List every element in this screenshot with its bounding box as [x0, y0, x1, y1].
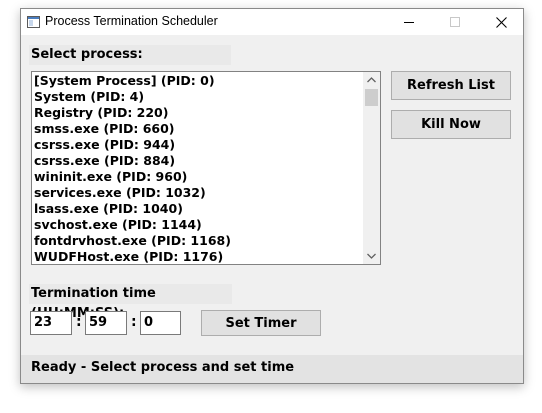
list-item[interactable]: System (PID: 4): [34, 89, 231, 105]
list-item[interactable]: csrss.exe (PID: 884): [34, 153, 231, 169]
list-item[interactable]: smss.exe (PID: 660): [34, 121, 231, 137]
close-icon: [495, 16, 507, 28]
process-listbox[interactable]: [System Process] (PID: 0) System (PID: 4…: [31, 71, 381, 265]
scroll-down-button[interactable]: [363, 248, 380, 264]
title-bar[interactable]: Process Termination Scheduler: [21, 9, 523, 35]
time-separator: :: [131, 314, 137, 330]
window-app-icon: [27, 16, 40, 28]
scroll-up-button[interactable]: [363, 72, 380, 88]
refresh-list-button[interactable]: Refresh List: [391, 71, 511, 100]
scroll-thumb[interactable]: [365, 89, 378, 106]
close-button[interactable]: [478, 9, 524, 35]
status-text: Ready - Select process and set time: [31, 360, 295, 375]
list-item[interactable]: [System Process] (PID: 0): [34, 73, 231, 89]
select-process-label: Select process:: [29, 45, 231, 65]
hours-input[interactable]: 23: [30, 311, 72, 335]
window-title: Process Termination Scheduler: [45, 14, 218, 28]
chevron-up-icon: [367, 77, 376, 83]
list-item[interactable]: Registry (PID: 220): [34, 105, 231, 121]
main-window: Process Termination Scheduler Select pro…: [20, 8, 524, 384]
list-item[interactable]: services.exe (PID: 1032): [34, 185, 231, 201]
vertical-scrollbar[interactable]: [363, 72, 380, 264]
maximize-icon: [450, 17, 460, 27]
list-item[interactable]: lsass.exe (PID: 1040): [34, 201, 231, 217]
list-item[interactable]: fontdrvhost.exe (PID: 1168): [34, 233, 231, 249]
list-item[interactable]: svchost.exe (PID: 1144): [34, 217, 231, 233]
minimize-button[interactable]: [386, 9, 432, 35]
process-list: [System Process] (PID: 0) System (PID: 4…: [34, 73, 231, 264]
termination-time-label: Termination time (HH:MM:SS):: [29, 284, 232, 321]
maximize-button: [432, 9, 478, 35]
seconds-input[interactable]: 0: [140, 311, 181, 335]
list-item[interactable]: WUDFHost.exe (PID: 1176): [34, 249, 231, 264]
kill-now-button[interactable]: Kill Now: [391, 110, 511, 139]
set-timer-button[interactable]: Set Timer: [201, 310, 321, 336]
chevron-down-icon: [367, 253, 376, 259]
minimize-icon: [404, 22, 414, 23]
status-bar: Ready - Select process and set time: [21, 355, 523, 383]
list-item[interactable]: csrss.exe (PID: 944): [34, 137, 231, 153]
time-separator: :: [76, 314, 82, 330]
list-item[interactable]: wininit.exe (PID: 960): [34, 169, 231, 185]
minutes-input[interactable]: 59: [85, 311, 127, 335]
